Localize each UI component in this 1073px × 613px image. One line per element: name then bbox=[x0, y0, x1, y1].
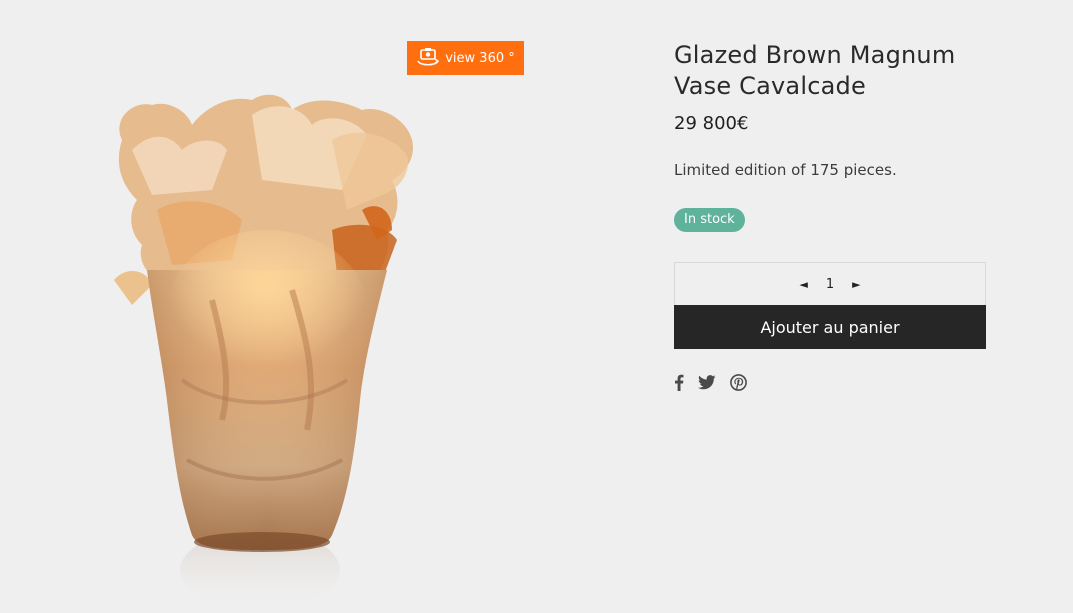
rotate-360-icon bbox=[416, 47, 440, 69]
stock-badge: In stock bbox=[674, 208, 745, 232]
product-image bbox=[114, 94, 413, 610]
increment-button[interactable]: ► bbox=[852, 278, 860, 291]
quantity-stepper: ◄ 1 ► bbox=[674, 262, 986, 305]
share-links bbox=[674, 374, 986, 391]
product-price: 29 800€ bbox=[674, 113, 749, 134]
twitter-icon[interactable] bbox=[698, 375, 716, 390]
product-info: Glazed Brown Magnum Vase Cavalcade 29 80… bbox=[674, 40, 986, 391]
view-360-label: view 360 ° bbox=[445, 50, 515, 66]
product-media: view 360 ° bbox=[0, 0, 560, 613]
decrement-button[interactable]: ◄ bbox=[799, 278, 807, 291]
pinterest-icon[interactable] bbox=[730, 374, 747, 391]
view-360-button[interactable]: view 360 ° bbox=[407, 41, 524, 75]
facebook-icon[interactable] bbox=[674, 374, 684, 391]
add-to-cart-button[interactable]: Ajouter au panier bbox=[674, 305, 986, 349]
quantity-value[interactable]: 1 bbox=[826, 277, 834, 292]
product-title: Glazed Brown Magnum Vase Cavalcade bbox=[674, 41, 956, 100]
product-page: view 360 ° Glazed Brown Magnum Vase Cava… bbox=[0, 0, 1073, 613]
product-description: Limited edition of 175 pieces. bbox=[674, 161, 897, 179]
